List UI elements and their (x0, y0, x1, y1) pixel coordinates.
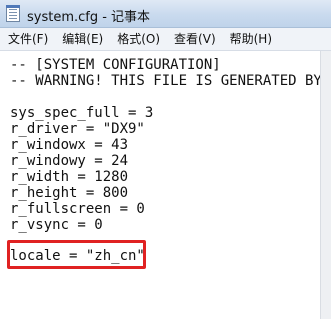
text-line: -- WARNING! THIS FILE IS GENERATED BY TH (10, 73, 320, 89)
menu-help[interactable]: 帮助(H) (223, 28, 279, 50)
text-editor[interactable]: -- [SYSTEM CONFIGURATION] -- WARNING! TH… (0, 51, 320, 319)
text-line: r_width = 1280 (10, 169, 129, 185)
text-line: r_height = 800 (10, 185, 129, 201)
text-line: -- [SYSTEM CONFIGURATION] (10, 57, 221, 73)
menu-edit[interactable]: 编辑(E) (55, 28, 110, 50)
notepad-icon (6, 5, 20, 22)
menu-bar: 文件(F) 编辑(E) 格式(O) 查看(V) 帮助(H) (0, 28, 331, 51)
text-line: r_driver = "DX9" (10, 121, 145, 137)
text-line: r_windowy = 24 (10, 153, 129, 169)
text-line: r_fullscreen = 0 (10, 201, 145, 217)
text-line: sys_spec_full = 3 (10, 105, 154, 121)
locale-highlight-box (7, 240, 146, 269)
vertical-scrollbar[interactable] (320, 51, 331, 319)
text-line: r_windowx = 43 (10, 137, 129, 153)
menu-view[interactable]: 查看(V) (167, 28, 223, 50)
title-bar[interactable]: system.cfg - 记事本 (0, 0, 331, 28)
text-line: r_vsync = 0 (10, 217, 103, 233)
window-title: system.cfg - 记事本 (27, 10, 151, 25)
menu-file[interactable]: 文件(F) (0, 28, 55, 50)
menu-format[interactable]: 格式(O) (110, 28, 167, 50)
